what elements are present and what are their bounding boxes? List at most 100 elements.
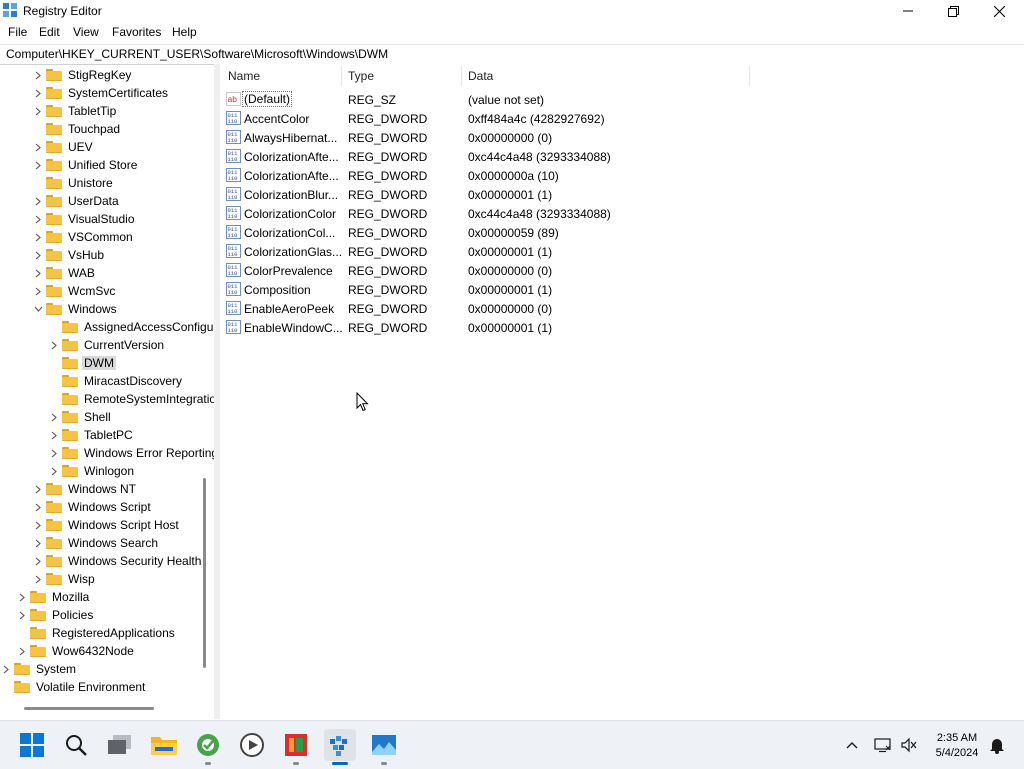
chevron-right-icon[interactable] (48, 462, 60, 480)
tree-node[interactable]: Windows (32, 300, 119, 318)
tree-node[interactable]: AssignedAccessConfiguration (48, 318, 214, 336)
chevron-right-icon[interactable] (32, 228, 44, 246)
tree-node[interactable]: Unified Store (32, 156, 139, 174)
column-header-name[interactable]: Name (228, 64, 340, 88)
values-list[interactable]: Name Type Data ab (Default) REG_SZ (value n… (220, 64, 1024, 719)
chevron-right-icon[interactable] (48, 444, 60, 462)
chevron-right-icon[interactable] (32, 480, 44, 498)
chevron-right-icon[interactable] (32, 534, 44, 552)
close-button[interactable] (976, 0, 1022, 22)
chevron-right-icon[interactable] (0, 660, 12, 678)
tree-node[interactable]: Volatile Environment (0, 678, 147, 696)
value-row[interactable]: 011 110 ColorizationCol... REG_DWORD 0x00000… (220, 223, 980, 242)
search-button[interactable] (60, 729, 92, 761)
tree-node[interactable]: DWM (48, 354, 116, 372)
value-row[interactable]: 011 110 ColorizationGlas... REG_DWORD 0x0000… (220, 242, 980, 261)
chevron-right-icon[interactable] (32, 84, 44, 102)
chevron-right-icon[interactable] (32, 282, 44, 300)
chevron-right-icon[interactable] (32, 570, 44, 588)
chevron-right-icon[interactable] (48, 426, 60, 444)
tree-node[interactable]: MiracastDiscovery (48, 372, 184, 390)
tree-node[interactable]: Wisp (32, 570, 97, 588)
value-row[interactable]: 011 110 Composition REG_DWORD 0x00000001 (1) (220, 280, 980, 299)
tree-node[interactable]: TabletPC (48, 426, 135, 444)
menu-view[interactable]: View (73, 25, 99, 39)
tree-node[interactable]: Policies (16, 606, 95, 624)
file-explorer-button[interactable] (148, 729, 180, 761)
volume-button[interactable] (900, 736, 918, 754)
tree-node[interactable]: Windows Security Health (32, 552, 203, 570)
chevron-right-icon[interactable] (32, 552, 44, 570)
value-row[interactable]: 011 110 ColorizationBlur... REG_DWORD 0x0000… (220, 185, 980, 204)
chevron-right-icon[interactable] (16, 588, 28, 606)
chevron-right-icon[interactable] (32, 498, 44, 516)
minimize-button[interactable] (885, 0, 931, 22)
value-row[interactable]: 011 110 ColorPrevalence REG_DWORD 0x00000000… (220, 261, 980, 280)
chevron-right-icon[interactable] (48, 336, 60, 354)
tree-node[interactable]: VSCommon (32, 228, 135, 246)
tree-node[interactable]: Windows Search (32, 534, 160, 552)
column-divider[interactable] (461, 66, 462, 86)
chevron-down-icon[interactable] (32, 300, 44, 318)
media-player-button[interactable] (236, 729, 268, 761)
column-header-type[interactable]: Type (348, 64, 460, 88)
notifications-button[interactable] (988, 736, 1006, 754)
network-status-button[interactable] (874, 736, 892, 754)
value-row[interactable]: 011 110 EnableWindowC... REG_DWORD 0x0000000… (220, 318, 980, 337)
value-row[interactable]: 011 110 AlwaysHibernat... REG_DWORD 0x000000… (220, 128, 980, 147)
menu-edit[interactable]: Edit (39, 25, 60, 39)
value-row[interactable]: 011 110 ColorizationAfte... REG_DWORD 0x0000… (220, 166, 980, 185)
tree-node[interactable]: UEV (32, 138, 95, 156)
tree-node[interactable]: Touchpad (32, 120, 122, 138)
tree-node[interactable]: SystemCertificates (32, 84, 170, 102)
tree-node[interactable]: StigRegKey (32, 66, 133, 84)
column-divider[interactable] (341, 66, 342, 86)
task-view-button[interactable] (104, 729, 136, 761)
tree-node[interactable]: VisualStudio (32, 210, 137, 228)
chevron-right-icon[interactable] (32, 138, 44, 156)
chevron-right-icon[interactable] (32, 102, 44, 120)
tree-node[interactable]: Shell (48, 408, 113, 426)
chevron-right-icon[interactable] (32, 246, 44, 264)
image-app-button[interactable] (368, 729, 400, 761)
tree-node[interactable]: RegisteredApplications (16, 624, 177, 642)
chevron-right-icon[interactable] (32, 516, 44, 534)
value-row[interactable]: ab (Default) REG_SZ (value not set) (220, 90, 980, 109)
tree-node[interactable]: Windows Script (32, 498, 153, 516)
tree-node[interactable]: RemoteSystemIntegration (48, 390, 214, 408)
tree-node[interactable]: Winlogon (48, 462, 136, 480)
tree-vertical-scrollbar[interactable] (203, 478, 206, 668)
tree-node[interactable]: CurrentVersion (48, 336, 166, 354)
chevron-right-icon[interactable] (32, 66, 44, 84)
tree-node[interactable]: Unistore (32, 174, 115, 192)
column-divider[interactable] (749, 66, 750, 86)
chevron-right-icon[interactable] (32, 210, 44, 228)
browser-button[interactable] (192, 729, 224, 761)
tree-node[interactable]: UserData (32, 192, 121, 210)
tree-node[interactable]: Windows Error Reporting (48, 444, 214, 462)
value-row[interactable]: 011 110 ColorizationAfte... REG_DWORD 0xc44c… (220, 147, 980, 166)
menu-file[interactable]: File (8, 25, 27, 39)
menu-favorites[interactable]: Favorites (112, 25, 161, 39)
chevron-right-icon[interactable] (32, 192, 44, 210)
tree-node[interactable]: Wow6432Node (16, 642, 136, 660)
tree-node[interactable]: WcmSvc (32, 282, 117, 300)
tree-node[interactable]: VsHub (32, 246, 106, 264)
value-row[interactable]: 011 110 EnableAeroPeek REG_DWORD 0x00000000 … (220, 299, 980, 318)
registry-editor-button[interactable] (324, 729, 356, 761)
value-row[interactable]: 011 110 AccentColor REG_DWORD 0xff484a4c (42… (220, 109, 980, 128)
tree-horizontal-scrollbar[interactable] (24, 707, 154, 710)
start-button[interactable] (16, 729, 48, 761)
column-header-data[interactable]: Data (468, 64, 748, 88)
maximize-button[interactable] (930, 0, 976, 22)
tree-node[interactable]: WAB (32, 264, 97, 282)
tree-node[interactable]: Windows NT (32, 480, 138, 498)
tree-node[interactable]: TabletTip (32, 102, 118, 120)
app-button[interactable] (280, 729, 312, 761)
show-hidden-icons-button[interactable] (843, 736, 861, 754)
chevron-right-icon[interactable] (48, 408, 60, 426)
chevron-right-icon[interactable] (32, 264, 44, 282)
system-clock[interactable]: 2:35 AM 5/4/2024 (928, 731, 986, 761)
tree-node[interactable]: Windows Script Host (32, 516, 181, 534)
chevron-right-icon[interactable] (32, 156, 44, 174)
